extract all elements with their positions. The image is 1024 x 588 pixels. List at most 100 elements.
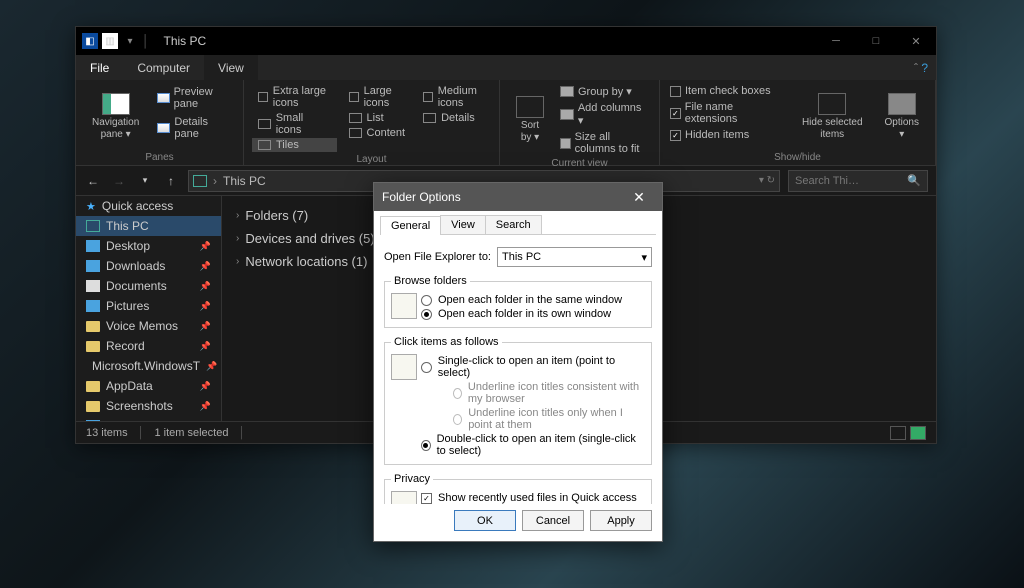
browse-folders-group: Browse folders Open each folder in the s… xyxy=(384,275,652,328)
sidebar-item[interactable]: Voice Memos📌 xyxy=(76,316,221,336)
cancel-button[interactable]: Cancel xyxy=(522,510,584,531)
privacy-group: Privacy Show recently used files in Quic… xyxy=(384,473,652,504)
menubar: File Computer View ˆ ? xyxy=(76,55,936,80)
sidebar-item[interactable]: Desktop📌 xyxy=(76,236,221,256)
sidebar-item[interactable]: Downloads📌 xyxy=(76,256,221,276)
downloads-icon xyxy=(86,260,100,272)
radio-double-click[interactable]: Double-click to open an item (single-cli… xyxy=(421,432,645,458)
tab-computer[interactable]: Computer xyxy=(123,55,204,80)
ribbon: Navigation pane ▾ Preview pane Details p… xyxy=(76,80,936,166)
folder-icon xyxy=(86,321,100,332)
sidebar-item[interactable]: Microsoft.WindowsT📌 xyxy=(76,356,221,376)
folder-icon xyxy=(86,341,100,352)
pin-icon: 📌 xyxy=(200,281,211,292)
checkbox-recent-files[interactable]: Show recently used files in Quick access xyxy=(421,491,645,504)
thispc-icon xyxy=(86,220,100,232)
close-icon[interactable]: ✕ xyxy=(624,189,654,206)
search-input[interactable]: Search Thi… 🔍 xyxy=(788,170,928,192)
qat-icon[interactable]: ▾ xyxy=(122,33,138,49)
folder-pair-icon xyxy=(391,293,417,319)
item-check-boxes-toggle[interactable]: Item check boxes xyxy=(668,84,788,98)
layout-tiles[interactable]: Tiles xyxy=(252,138,337,152)
tab-search[interactable]: Search xyxy=(485,215,542,234)
preview-pane-button[interactable]: Preview pane xyxy=(153,84,235,112)
minimize-button[interactable]: ─ xyxy=(816,27,856,55)
pin-icon: 📌 xyxy=(206,361,217,372)
layout-content[interactable]: Content xyxy=(343,126,412,140)
sidebar-item[interactable]: Screenshots📌 xyxy=(76,396,221,416)
click-items-group: Click items as follows Single-click to o… xyxy=(384,336,652,465)
tab-file[interactable]: File xyxy=(76,55,123,80)
group-label: Layout xyxy=(252,152,491,165)
up-button[interactable]: ↑ xyxy=(162,172,180,190)
chevron-right-icon: › xyxy=(236,256,239,267)
file-extensions-toggle[interactable]: File name extensions xyxy=(668,100,788,126)
thispc-icon xyxy=(193,175,207,187)
pin-icon: 📌 xyxy=(200,341,211,352)
desktop-icon xyxy=(86,240,100,252)
view-thumbs-icon[interactable] xyxy=(910,426,926,440)
pin-icon: 📌 xyxy=(200,301,211,312)
pin-icon: 📌 xyxy=(200,261,211,272)
layout-medium-icons[interactable]: Medium icons xyxy=(417,84,491,110)
dialog-titlebar[interactable]: Folder Options ✕ xyxy=(374,183,662,211)
status-count: 13 items xyxy=(86,427,128,439)
sort-by-button[interactable]: Sort by ▾ xyxy=(508,84,552,156)
pin-icon: 📌 xyxy=(200,241,211,252)
ok-button[interactable]: OK xyxy=(454,510,516,531)
breadcrumb[interactable]: This PC xyxy=(223,174,266,188)
app-icon: ◧ xyxy=(82,33,98,49)
sidebar-item[interactable]: AppData📌 xyxy=(76,376,221,396)
pin-icon: 📌 xyxy=(200,321,211,332)
radio-single-click[interactable]: Single-click to open an item (point to s… xyxy=(421,354,645,380)
titlebar[interactable]: ◧ ▥ ▾ │ This PC ─ □ ✕ xyxy=(76,27,936,55)
group-by-button[interactable]: Group by ▾ xyxy=(558,84,651,99)
tab-view[interactable]: View xyxy=(204,55,258,80)
hide-selected-button[interactable]: Hide selected items xyxy=(794,84,871,150)
close-button[interactable]: ✕ xyxy=(896,27,936,55)
layout-list[interactable]: List xyxy=(343,111,412,125)
sidebar-item[interactable]: Record📌 xyxy=(76,336,221,356)
chevron-down-icon: ▾ xyxy=(641,251,647,264)
tab-general[interactable]: General xyxy=(380,216,441,235)
back-button[interactable]: ← xyxy=(84,172,102,190)
nav-sidebar: ★Quick access This PC Desktop📌 Downloads… xyxy=(76,196,222,421)
group-label: Show/hide xyxy=(668,150,927,163)
size-columns-button[interactable]: Size all columns to fit xyxy=(558,130,651,156)
layout-small-icons[interactable]: Small icons xyxy=(252,111,337,137)
forward-button[interactable]: → xyxy=(110,172,128,190)
add-columns-button[interactable]: Add columns ▾ xyxy=(558,101,651,128)
apply-button[interactable]: Apply xyxy=(590,510,652,531)
folder-icon xyxy=(86,381,100,392)
radio-underline-browser: Underline icon titles consistent with my… xyxy=(453,380,645,406)
open-explorer-label: Open File Explorer to: xyxy=(384,251,491,263)
tab-view[interactable]: View xyxy=(440,215,486,234)
dialog-tabs: General View Search xyxy=(380,215,656,235)
ribbon-collapse-icon[interactable]: ˆ ? xyxy=(906,61,936,75)
radio-own-window[interactable]: Open each folder in its own window xyxy=(421,307,645,321)
recent-dropdown[interactable]: ▾ xyxy=(136,172,154,190)
chevron-right-icon: › xyxy=(236,233,239,244)
cursor-icon xyxy=(391,354,417,380)
sidebar-quick-access[interactable]: ★Quick access xyxy=(76,196,221,216)
folder-options-dialog: Folder Options ✕ General View Search Ope… xyxy=(373,182,663,542)
privacy-icon xyxy=(391,491,417,504)
qat-icon[interactable]: ▥ xyxy=(102,33,118,49)
sidebar-this-pc[interactable]: This PC xyxy=(76,216,221,236)
layout-details[interactable]: Details xyxy=(417,111,491,125)
star-icon: ★ xyxy=(86,200,96,213)
details-pane-button[interactable]: Details pane xyxy=(153,114,235,142)
sidebar-item[interactable]: Documents📌 xyxy=(76,276,221,296)
layout-xl-icons[interactable]: Extra large icons xyxy=(252,84,337,110)
maximize-button[interactable]: □ xyxy=(856,27,896,55)
hidden-items-toggle[interactable]: Hidden items xyxy=(668,128,788,142)
options-button[interactable]: Options ▾ xyxy=(877,84,927,150)
navigation-pane-button[interactable]: Navigation pane ▾ xyxy=(84,84,147,150)
sidebar-item[interactable]: Pictures📌 xyxy=(76,296,221,316)
view-details-icon[interactable] xyxy=(890,426,906,440)
pictures-icon xyxy=(86,300,100,312)
radio-same-window[interactable]: Open each folder in the same window xyxy=(421,293,645,307)
group-label: Panes xyxy=(84,150,235,163)
open-explorer-select[interactable]: This PC▾ xyxy=(497,247,652,267)
layout-large-icons[interactable]: Large icons xyxy=(343,84,412,110)
